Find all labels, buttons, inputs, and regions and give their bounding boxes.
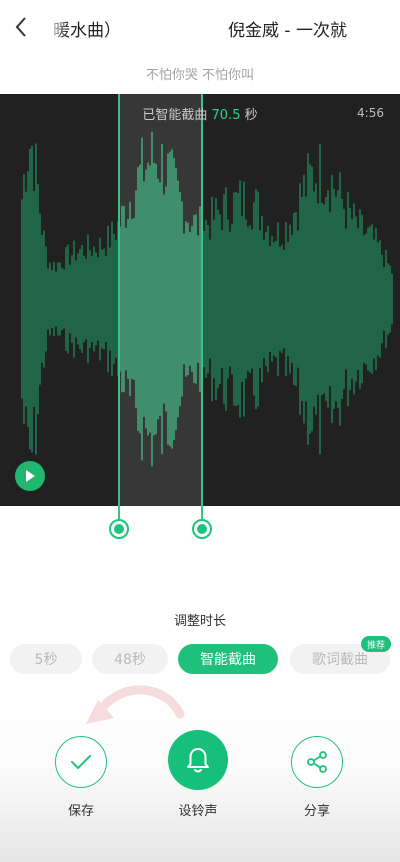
back-button[interactable]: [6, 12, 36, 42]
waveform-panel[interactable]: 已智能截曲 70.5 秒 4:56: [0, 94, 400, 506]
marquee-fade-left: [36, 14, 68, 42]
header: 》暖水曲） 倪金威 - 一次就: [0, 0, 400, 56]
end-handle[interactable]: [192, 519, 212, 539]
check-icon: [71, 755, 91, 769]
smart-cut-info: 已智能截曲 70.5 秒: [0, 104, 400, 123]
play-icon: [26, 470, 35, 482]
save-label: 保存: [67, 804, 94, 819]
song-title-marquee: 》暖水曲） 倪金威 - 一次就: [36, 14, 362, 42]
start-handle-dot: [114, 524, 124, 534]
total-duration: 4:56: [357, 106, 384, 120]
set-ringtone-button[interactable]: [168, 730, 228, 790]
start-handle[interactable]: [109, 519, 129, 539]
selection-start-line: [118, 94, 120, 506]
option-smart-cut[interactable]: 智能截曲: [178, 644, 278, 674]
action-bar: 保存 设铃声 分享: [0, 685, 400, 862]
smart-cut-unit: 秒: [244, 108, 258, 123]
set-ringtone-label: 设铃声: [178, 804, 218, 819]
curved-arrow-hint-icon: [86, 685, 185, 724]
option-5s[interactable]: 5秒: [10, 644, 82, 674]
start-handle-stem: [118, 506, 120, 520]
song-artist-title: 倪金威 - 一次就: [228, 21, 347, 41]
share-label: 分享: [303, 804, 330, 819]
adjust-duration-label: 调整时长: [173, 614, 226, 629]
share-button[interactable]: [291, 736, 343, 788]
chevron-left-icon: [15, 17, 26, 37]
save-button[interactable]: [55, 736, 107, 788]
play-button[interactable]: [15, 461, 45, 491]
end-handle-dot: [197, 524, 207, 534]
marquee-fade-right: [348, 14, 362, 42]
smart-cut-label: 已智能截曲: [142, 108, 208, 123]
selection-end-line: [201, 94, 203, 506]
option-48s[interactable]: 48秒: [92, 644, 168, 674]
end-handle-stem: [201, 506, 203, 520]
bell-icon: [187, 748, 209, 773]
smart-cut-value: 70.5: [211, 108, 241, 123]
recommend-badge: 推荐: [361, 636, 392, 652]
share-icon: [307, 751, 327, 773]
selection-region[interactable]: [119, 94, 202, 506]
lyric-line: 不怕你哭 不怕你叫: [145, 68, 255, 83]
